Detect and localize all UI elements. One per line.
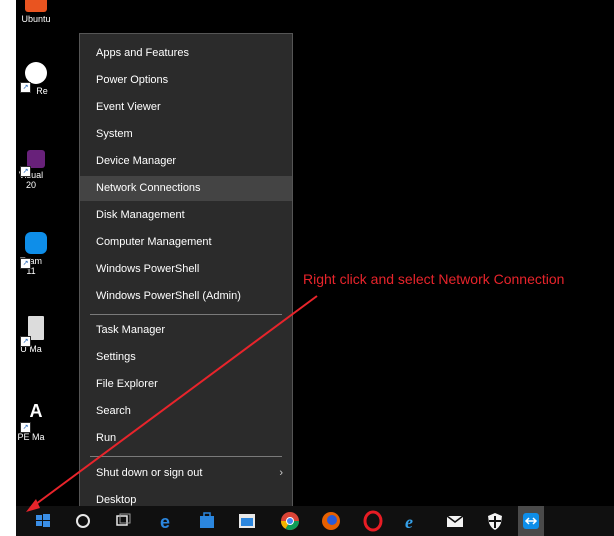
annotation-arrow	[26, 295, 318, 512]
desktop-screen: Ubuntu ↗ Re ↗ Visual 20 ↗ Team 11 ↗ U Ma…	[16, 0, 614, 536]
